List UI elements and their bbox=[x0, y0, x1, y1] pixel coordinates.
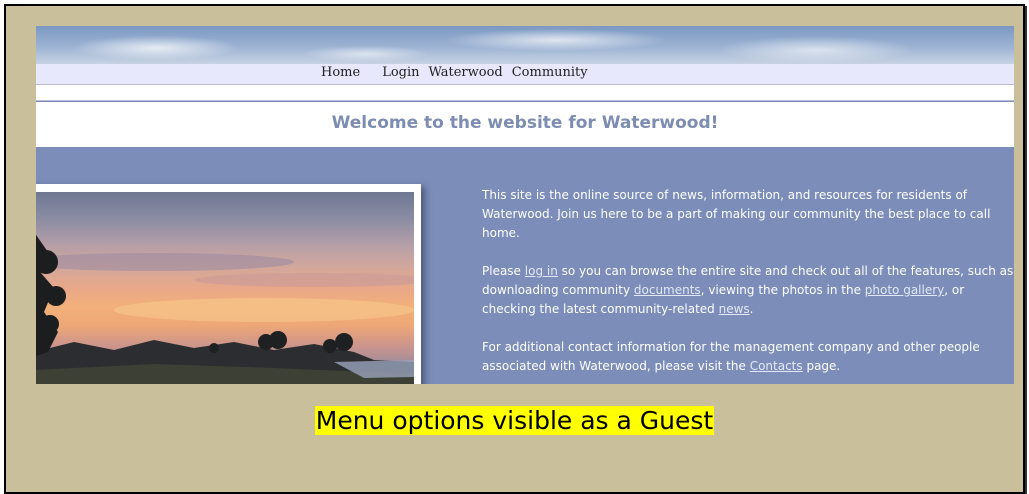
menu-bar: Home Login Waterwood Community bbox=[36, 64, 1014, 85]
caption: Menu options visible as a Guest bbox=[6, 404, 1023, 438]
contacts-link[interactable]: Contacts bbox=[750, 359, 803, 373]
intro-paragraph-3: For additional contact information for t… bbox=[482, 338, 1014, 376]
text-run: Please bbox=[482, 264, 525, 278]
menu-item-community[interactable]: Community bbox=[512, 65, 588, 80]
text-run: , viewing the photos in the bbox=[700, 283, 865, 297]
documents-link[interactable]: documents bbox=[634, 283, 701, 297]
menu-item-waterwood[interactable]: Waterwood bbox=[429, 65, 503, 80]
menu-item-home[interactable]: Home bbox=[321, 65, 360, 80]
photo-frame bbox=[36, 184, 421, 384]
sunset-scene bbox=[36, 234, 414, 384]
news-link[interactable]: news bbox=[719, 302, 750, 316]
intro-paragraph-2: Please log in so you can browse the enti… bbox=[482, 262, 1014, 319]
login-link[interactable]: log in bbox=[525, 264, 558, 278]
text-run: page. bbox=[802, 359, 841, 373]
intro-paragraph-1: This site is the online source of news, … bbox=[482, 188, 991, 240]
website-viewport: Home Login Waterwood Community Welcome t… bbox=[36, 26, 1014, 384]
main-menu: Home Login Waterwood Community bbox=[321, 65, 588, 80]
submenu-strip bbox=[36, 85, 1014, 101]
screenshot-frame: Home Login Waterwood Community Welcome t… bbox=[4, 4, 1025, 494]
welcome-banner: Welcome to the website for Waterwood! bbox=[36, 102, 1014, 147]
text-run: . bbox=[749, 302, 754, 316]
sky-banner bbox=[36, 26, 1014, 64]
menu-item-login[interactable]: Login bbox=[382, 65, 419, 80]
sunset-photo bbox=[36, 192, 414, 384]
page-title: Welcome to the website for Waterwood! bbox=[331, 113, 719, 133]
photo-gallery-link[interactable]: photo gallery bbox=[865, 283, 944, 297]
caption-text: Menu options visible as a Guest bbox=[314, 406, 715, 435]
text-run: For additional contact information for t… bbox=[482, 340, 980, 373]
intro-text: This site is the online source of news, … bbox=[482, 186, 1014, 384]
